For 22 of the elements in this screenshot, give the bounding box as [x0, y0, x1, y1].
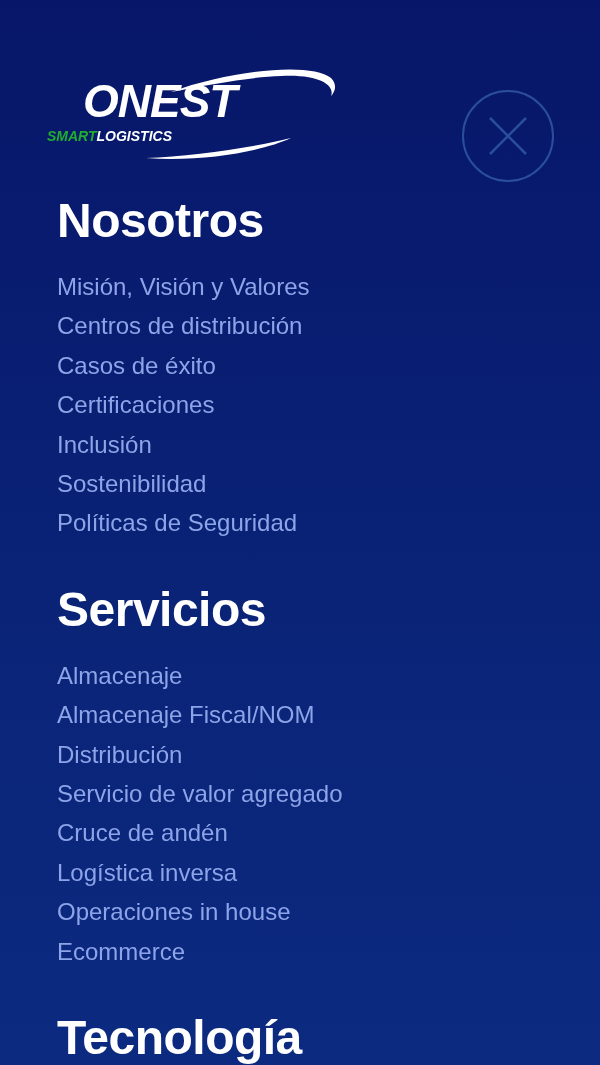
section-heading: Tecnología	[57, 1014, 304, 1063]
close-button[interactable]	[462, 90, 554, 182]
menu-link[interactable]: Ecommerce	[57, 931, 186, 972]
menu-link[interactable]: Certificaciones	[57, 385, 215, 425]
menu-link[interactable]: Misión, Visión y Valores	[57, 267, 310, 307]
menu-link[interactable]: Almacenaje Fiscal/NOM	[57, 695, 315, 735]
menu-link[interactable]: Centros de distribución	[57, 306, 303, 346]
menu-link[interactable]: Cruce de andén	[57, 813, 228, 853]
logo-tagline: LOGISTICS	[96, 128, 172, 144]
menu-link[interactable]: Servicio de valor agregado	[57, 774, 343, 814]
menu-link[interactable]: Políticas de Seguridad	[57, 503, 298, 543]
section-heading: Servicios	[57, 585, 267, 634]
menu-link[interactable]: Casos de éxito	[57, 345, 216, 386]
menu-link[interactable]: Sostenibilidad	[57, 464, 207, 504]
menu-link[interactable]: Inclusión	[57, 424, 152, 465]
section-heading: Nosotros	[57, 197, 265, 245]
menu-link[interactable]: Operaciones in house	[57, 892, 291, 932]
logo-tagline: SMART	[47, 128, 97, 144]
close-icon	[488, 116, 528, 156]
menu-link[interactable]: Almacenaje	[57, 655, 183, 696]
menu-link[interactable]: Logística inversa	[57, 852, 238, 893]
menu-link[interactable]: Distribución	[57, 734, 183, 775]
